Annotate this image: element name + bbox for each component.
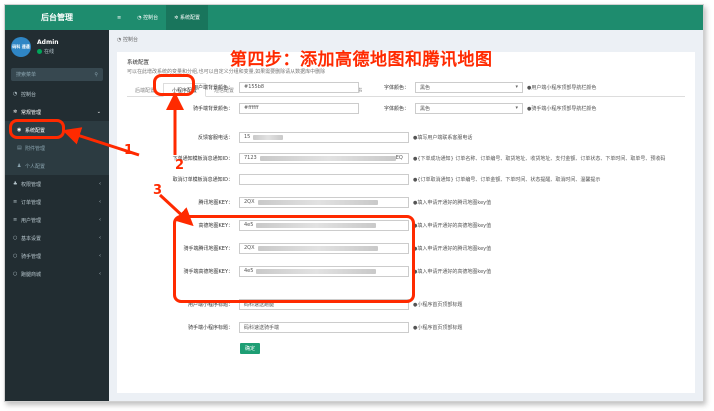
screenshot-frame: 后台管理 码科 速通 Admin 在线 搜索菜单 ⚲ ◔ 控制台 ✲ 常规管理 ⌄ ◉… <box>4 4 704 402</box>
arrow-step-3 <box>158 193 194 227</box>
annotation-arrows <box>62 92 194 227</box>
arrow-step-1 <box>62 127 140 157</box>
